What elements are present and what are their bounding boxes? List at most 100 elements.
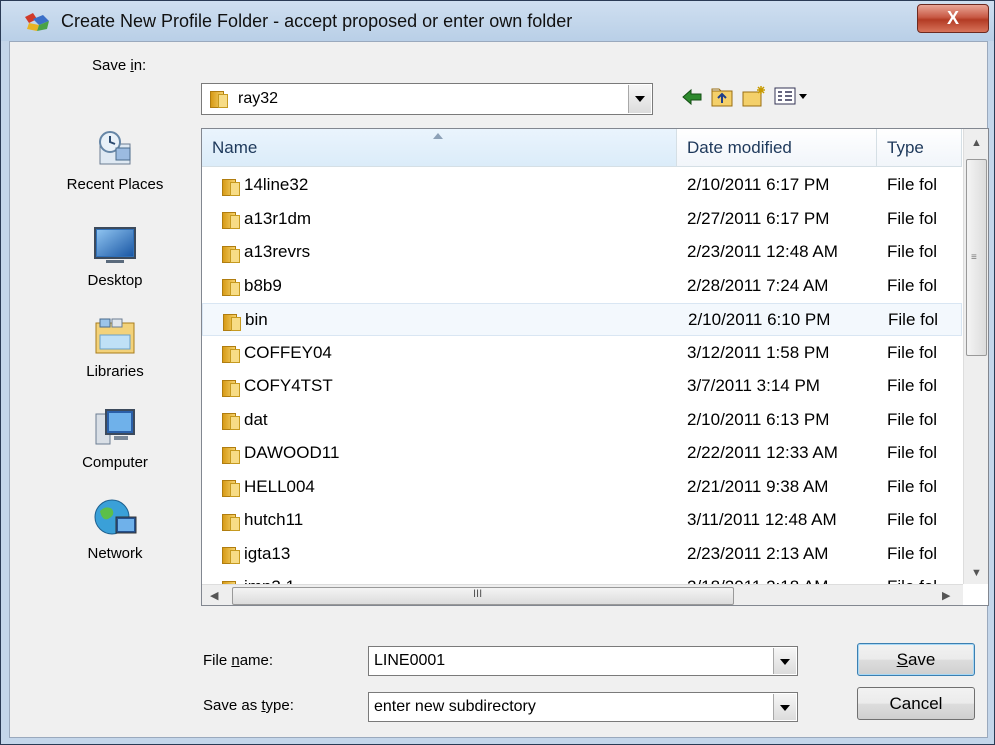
file-row[interactable]: DAWOOD11 2/22/2011 12:33 AM File fol — [202, 437, 962, 470]
vertical-scrollbar[interactable]: ▲ ≡ ▼ — [963, 129, 988, 584]
file-name-combo[interactable]: LINE0001 — [368, 646, 798, 676]
file-row[interactable]: igta13 2/23/2011 2:13 AM File fol — [202, 538, 962, 571]
file-row[interactable]: dat 2/10/2011 6:13 PM File fol — [202, 404, 962, 437]
file-type-cell: File fol — [888, 310, 939, 329]
file-name-label-text: File — [203, 652, 232, 669]
title-bar[interactable]: Create New Profile Folder - accept propo… — [1, 1, 994, 41]
view-menu-icon[interactable] — [774, 86, 810, 106]
horizontal-scroll-thumb[interactable]: III — [232, 587, 734, 605]
file-row[interactable]: COFFEY04 3/12/2011 1:58 PM File fol — [202, 337, 962, 370]
scroll-up-arrow[interactable]: ▲ — [971, 137, 982, 149]
file-row[interactable]: 14line32 2/10/2011 6:17 PM File fol — [202, 169, 962, 202]
file-name-text: b8b9 — [244, 275, 282, 295]
up-folder-icon[interactable] — [710, 86, 734, 108]
save-button-accel: S — [896, 650, 908, 669]
dialog-window: Create New Profile Folder - accept propo… — [0, 0, 995, 745]
scroll-right-arrow[interactable]: ▶ — [942, 589, 950, 602]
file-name-cell: DAWOOD11 — [222, 443, 340, 464]
file-date-cell: 2/23/2011 12:48 AM — [687, 242, 838, 261]
file-name-text: COFFEY04 — [244, 342, 332, 362]
dialog-body: Save in: ray32 Recent Places Desktop Lib… — [9, 41, 989, 738]
file-row[interactable]: b8b9 2/28/2011 7:24 AM File fol — [202, 270, 962, 303]
place-desktop[interactable]: Desktop — [40, 224, 190, 289]
file-type-cell: File fol — [887, 242, 938, 261]
file-type-cell: File fol — [887, 543, 938, 563]
place-libraries-label: Libraries — [86, 363, 144, 380]
file-date-cell: 3/7/2011 3:14 PM — [687, 376, 820, 395]
save-type-dropdown-arrow[interactable] — [773, 694, 796, 720]
file-name-input[interactable]: LINE0001 — [374, 652, 445, 670]
place-computer-label: Computer — [82, 454, 148, 471]
save-button-label: ave — [907, 650, 936, 669]
file-date-cell: 2/22/2011 12:33 AM — [687, 443, 838, 462]
folder-icon — [222, 210, 240, 230]
file-name-cell: bin — [223, 310, 268, 331]
cancel-button[interactable]: Cancel — [857, 687, 975, 720]
folder-icon — [222, 344, 240, 364]
file-row[interactable]: bin 2/10/2011 6:10 PM File fol — [202, 303, 962, 336]
file-row[interactable]: a13r1dm 2/27/2011 6:17 PM File fol — [202, 203, 962, 236]
place-network[interactable]: Network — [40, 497, 190, 562]
libraries-icon — [92, 315, 138, 359]
file-name-text: 14line32 — [244, 175, 309, 194]
file-type-cell: File fol — [887, 510, 938, 529]
column-header-type[interactable]: Type — [877, 129, 962, 167]
save-button[interactable]: Save — [857, 643, 975, 676]
file-list[interactable]: Name Date modified Type 14line32 2/10/201… — [201, 128, 989, 606]
place-recent-places[interactable]: Recent Places — [40, 128, 190, 193]
close-button[interactable]: X — [917, 4, 989, 33]
file-type-cell: File fol — [887, 476, 938, 496]
file-date-cell: 2/23/2011 2:13 AM — [687, 543, 829, 563]
vertical-scroll-thumb[interactable]: ≡ — [966, 159, 987, 356]
file-row[interactable]: COFY4TST 3/7/2011 3:14 PM File fol — [202, 370, 962, 403]
folder-icon — [210, 89, 228, 108]
file-name-text: HELL004 — [244, 476, 315, 496]
save-in-label-text: Save — [92, 57, 131, 74]
sort-ascending-icon — [433, 133, 443, 139]
save-in-dropdown-arrow[interactable] — [628, 85, 651, 113]
save-in-dropdown[interactable]: ray32 — [201, 83, 653, 115]
new-folder-icon[interactable] — [741, 84, 767, 108]
file-date-cell: 2/27/2011 6:17 PM — [687, 208, 830, 228]
scroll-down-arrow[interactable]: ▼ — [971, 567, 982, 579]
column-header-date[interactable]: Date modified — [677, 129, 877, 167]
file-name-text: COFY4TST — [244, 376, 333, 395]
place-libraries[interactable]: Libraries — [40, 315, 190, 380]
column-header-name[interactable]: Name — [202, 129, 677, 167]
save-type-label: Save as type: — [203, 697, 294, 714]
save-type-value: enter new subdirectory — [374, 698, 536, 715]
place-computer[interactable]: Computer — [40, 406, 190, 471]
column-header-name-label: Name — [212, 138, 258, 157]
save-type-combo[interactable]: enter new subdirectory — [368, 692, 798, 722]
save-in-value: ray32 — [238, 90, 279, 107]
file-row[interactable]: HELL004 2/21/2011 9:38 AM File fol — [202, 471, 962, 504]
folder-icon — [222, 277, 240, 297]
place-network-label: Network — [87, 545, 143, 562]
file-row[interactable]: hutch11 3/11/2011 12:48 AM File fol — [202, 504, 962, 537]
save-type-label-suffix: ype: — [265, 697, 294, 714]
vertical-grip-icon: ≡ — [971, 252, 977, 263]
window-title: Create New Profile Folder - accept propo… — [61, 11, 573, 31]
file-name-cell: COFY4TST — [222, 376, 333, 397]
file-name-text: dat — [244, 409, 268, 429]
file-date-cell: 2/21/2011 9:38 AM — [687, 476, 829, 496]
file-type-cell: File fol — [887, 443, 938, 462]
folder-icon — [222, 545, 240, 565]
places-bar: Recent Places Desktop Libraries Computer… — [40, 112, 190, 632]
file-name-cell: dat — [222, 409, 268, 431]
file-name-text: hutch11 — [244, 510, 304, 529]
file-name-text: DAWOOD11 — [244, 443, 340, 462]
file-type-cell: File fol — [887, 175, 938, 194]
file-type-cell: File fol — [887, 342, 938, 362]
place-recent-places-label: Recent Places — [66, 176, 164, 193]
horizontal-scrollbar[interactable]: ◀ III ▶ — [202, 584, 963, 605]
file-row[interactable]: a13revrs 2/23/2011 12:48 AM File fol — [202, 236, 962, 269]
back-arrow-icon[interactable] — [681, 88, 703, 106]
file-name-dropdown-arrow[interactable] — [773, 648, 796, 674]
folder-icon — [222, 512, 240, 531]
file-name-text: a13revrs — [244, 242, 311, 261]
save-type-label-text: Save as — [203, 697, 262, 714]
scroll-left-arrow[interactable]: ◀ — [210, 589, 218, 602]
file-name-cell: b8b9 — [222, 275, 282, 297]
file-date-cell: 2/28/2011 7:24 AM — [687, 275, 829, 295]
